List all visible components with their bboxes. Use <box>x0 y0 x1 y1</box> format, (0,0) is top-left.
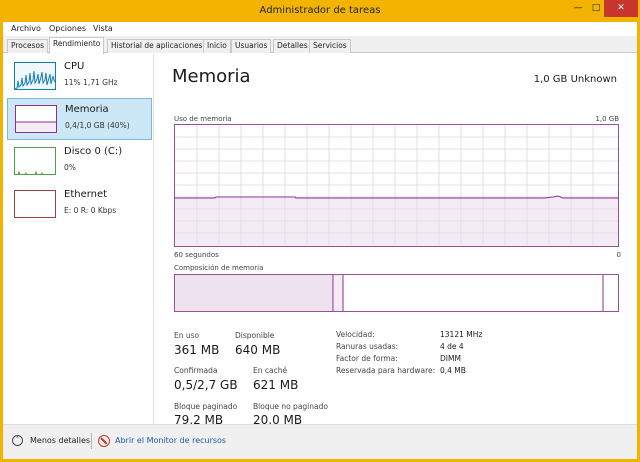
footer-divider <box>91 433 92 449</box>
memory-composition-bar <box>174 274 619 312</box>
usage-graph-max: 1,0 GB <box>595 115 619 123</box>
sidebar-item-disco[interactable]: Disco 0 (C:) 0% <box>7 141 152 183</box>
menu-archivo[interactable]: Archivo <box>11 24 41 33</box>
ethernet-thumbnail-graph <box>14 190 56 218</box>
close-button[interactable]: ✕ <box>604 0 638 17</box>
sidebar-item-detail: 0,4/1,0 GB (40%) <box>65 121 130 130</box>
composition-label: Composición de memoria <box>174 264 264 272</box>
tab-detalles[interactable]: Detalles <box>273 39 312 53</box>
hardware-reserved-key: Reservada para hardware: <box>336 366 436 375</box>
open-resource-monitor-link[interactable]: Abrir el Monitor de recursos <box>115 436 226 445</box>
in-use-label: En uso <box>174 331 200 340</box>
resource-monitor-icon[interactable] <box>98 435 110 447</box>
sidebar-item-detail: 0% <box>64 163 76 172</box>
tab-historial[interactable]: Historial de aplicaciones <box>107 39 207 53</box>
sidebar-item-label: Disco 0 (C:) <box>64 146 123 157</box>
graph-end-label: 0 <box>616 251 621 259</box>
resource-sidebar: CPU 11% 1,71 GHz Memoria 0,4/1,0 GB (40%… <box>3 54 154 424</box>
sidebar-item-detail: E: 0 R: 0 Kbps <box>64 206 117 215</box>
memory-usage-graph <box>174 124 619 247</box>
committed-value: 0,5/2,7 GB <box>174 378 238 392</box>
speed-value: 13121 MHz <box>440 330 483 339</box>
sidebar-item-detail: 11% 1,71 GHz <box>64 78 118 87</box>
memory-total: 1,0 GB Unknown <box>533 74 617 85</box>
page-title: Memoria <box>172 66 251 87</box>
form-factor-value: DIMM <box>440 354 461 363</box>
committed-label: Confirmada <box>174 366 218 375</box>
memory-panel: Memoria 1,0 GB Unknown Uso de memoria 1,… <box>154 54 637 427</box>
cached-value: 621 MB <box>253 378 299 392</box>
graph-time-label: 60 segundos <box>174 251 219 259</box>
nonpaged-pool-label: Bloque no paginado <box>253 402 328 411</box>
menu-opciones[interactable]: Opciones <box>49 24 86 33</box>
tab-strip: Procesos Rendimiento Historial de aplica… <box>3 36 637 54</box>
fewer-details-button[interactable]: Menos detalles <box>30 436 90 445</box>
sidebar-item-label: CPU <box>64 61 85 72</box>
sidebar-item-label: Memoria <box>65 104 109 115</box>
slots-used-value: 4 de 4 <box>440 342 464 351</box>
usage-graph-label: Uso de memoria <box>174 115 232 123</box>
sidebar-item-label: Ethernet <box>64 189 108 200</box>
speed-key: Velocidad: <box>336 330 375 339</box>
available-label: Disponible <box>235 331 275 340</box>
sidebar-item-cpu[interactable]: CPU 11% 1,71 GHz <box>7 56 152 98</box>
window-frame: Archivo Opciones Vista Procesos Rendimie… <box>3 22 637 459</box>
minimize-button[interactable]: — <box>568 0 588 17</box>
window-title: Administrador de tareas <box>259 5 381 16</box>
menu-vista[interactable]: Vista <box>93 24 113 33</box>
tab-inicio[interactable]: Inicio <box>203 39 231 53</box>
maximize-button[interactable]: □ <box>588 0 604 17</box>
memory-thumbnail-graph <box>15 105 57 133</box>
sidebar-item-ethernet[interactable]: Ethernet E: 0 R: 0 Kbps <box>7 184 152 226</box>
cpu-thumbnail-graph <box>14 62 56 90</box>
hardware-reserved-value: 0,4 MB <box>440 366 466 375</box>
available-value: 640 MB <box>235 343 281 357</box>
performance-content: CPU 11% 1,71 GHz Memoria 0,4/1,0 GB (40%… <box>3 54 637 427</box>
sidebar-item-memoria[interactable]: Memoria 0,4/1,0 GB (40%) <box>7 98 152 140</box>
menu-bar: Archivo Opciones Vista <box>3 22 637 36</box>
tab-usuarios[interactable]: Usuarios <box>231 39 272 53</box>
disk-thumbnail-graph <box>14 147 56 175</box>
in-use-value: 361 MB <box>174 343 220 357</box>
form-factor-key: Factor de forma: <box>336 354 398 363</box>
tab-servicios[interactable]: Servicios <box>309 39 351 53</box>
cached-label: En caché <box>253 366 288 375</box>
tab-procesos[interactable]: Procesos <box>7 39 49 53</box>
slots-used-key: Ranuras usadas: <box>336 342 399 351</box>
footer-bar: ˄ Menos detalles Abrir el Monitor de rec… <box>3 424 637 459</box>
chevron-up-icon[interactable]: ˄ <box>12 435 23 446</box>
title-bar: Administrador de tareas — □ ✕ <box>0 0 640 22</box>
tab-rendimiento[interactable]: Rendimiento <box>49 37 105 54</box>
paged-pool-label: Bloque paginado <box>174 402 238 411</box>
